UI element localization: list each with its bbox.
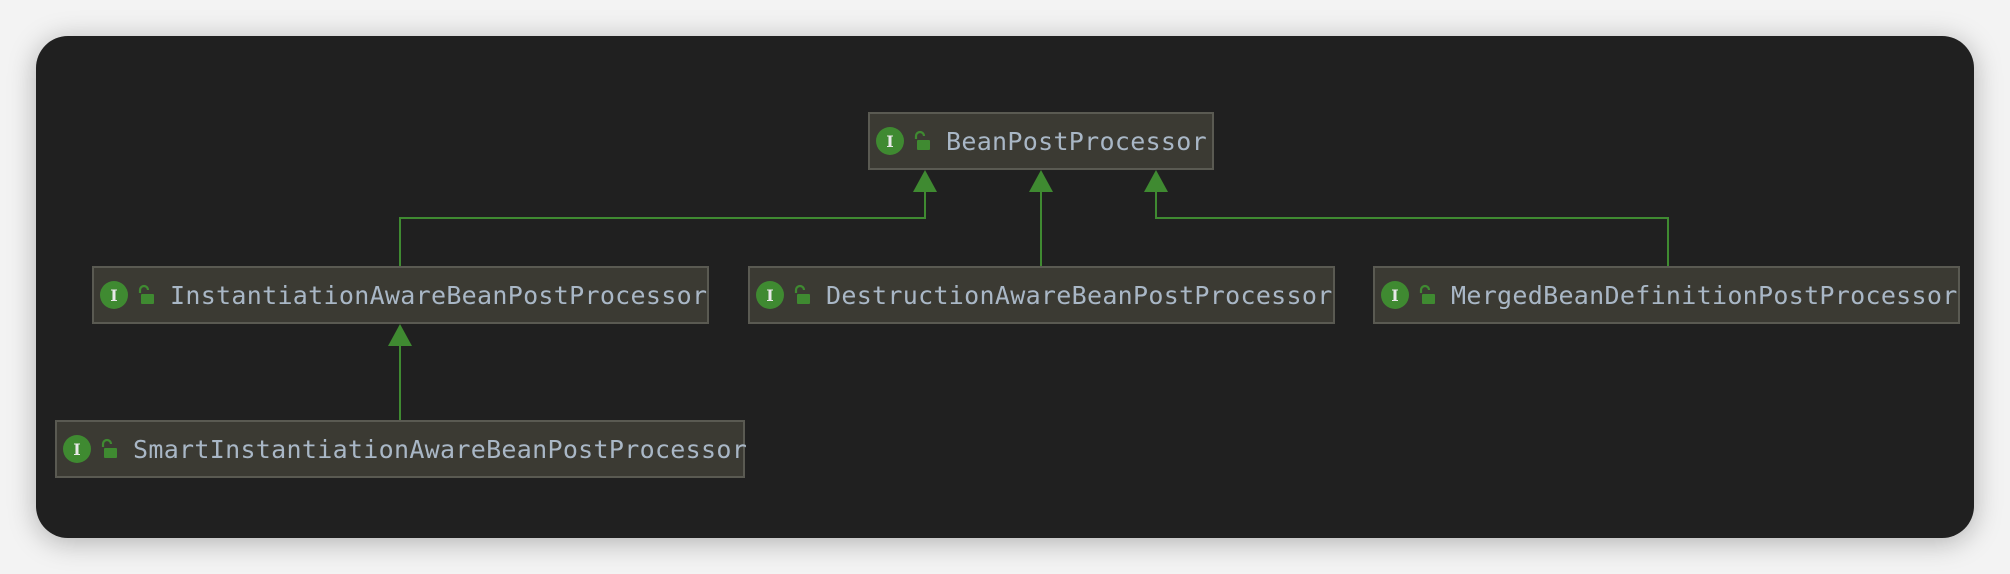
node-label: SmartInstantiationAwareBeanPostProcessor	[133, 434, 748, 464]
interface-badge: I	[876, 127, 904, 155]
node-smart-instantiation-aware[interactable]: I SmartInstantiationAwareBeanPostProcess…	[55, 420, 748, 478]
node-destruction-aware[interactable]: I DestructionAwareBeanPostProcessor	[748, 266, 1335, 324]
interface-badge: I	[63, 435, 91, 463]
interface-badge: I	[1381, 281, 1409, 309]
open-lock-icon	[101, 438, 117, 458]
arrowhead	[1144, 170, 1168, 192]
node-label: MergedBeanDefinitionPostProcessor	[1451, 280, 1958, 310]
node-bean-post-processor[interactable]: I BeanPostProcessor	[868, 112, 1214, 170]
interface-badge: I	[100, 281, 128, 309]
interface-badge: I	[756, 281, 784, 309]
edge-instantiation-aware-to-bean-post-processor	[399, 188, 926, 266]
open-lock-icon	[138, 284, 154, 304]
node-merged-bean-definition[interactable]: I MergedBeanDefinitionPostProcessor	[1373, 266, 1960, 324]
open-lock-icon	[914, 130, 930, 150]
arrowhead	[388, 324, 412, 346]
node-label: InstantiationAwareBeanPostProcessor	[170, 280, 708, 310]
node-label: DestructionAwareBeanPostProcessor	[826, 280, 1333, 310]
arrowhead	[1029, 170, 1053, 192]
open-lock-icon	[1419, 284, 1435, 304]
edge-merged-bean-definition-to-bean-post-processor	[1155, 188, 1669, 266]
node-instantiation-aware[interactable]: I InstantiationAwareBeanPostProcessor	[92, 266, 709, 324]
open-lock-icon	[794, 284, 810, 304]
diagram-canvas: I BeanPostProcessor I InstantiationAware…	[36, 36, 1974, 538]
arrowhead	[913, 170, 937, 192]
node-label: BeanPostProcessor	[946, 126, 1207, 156]
